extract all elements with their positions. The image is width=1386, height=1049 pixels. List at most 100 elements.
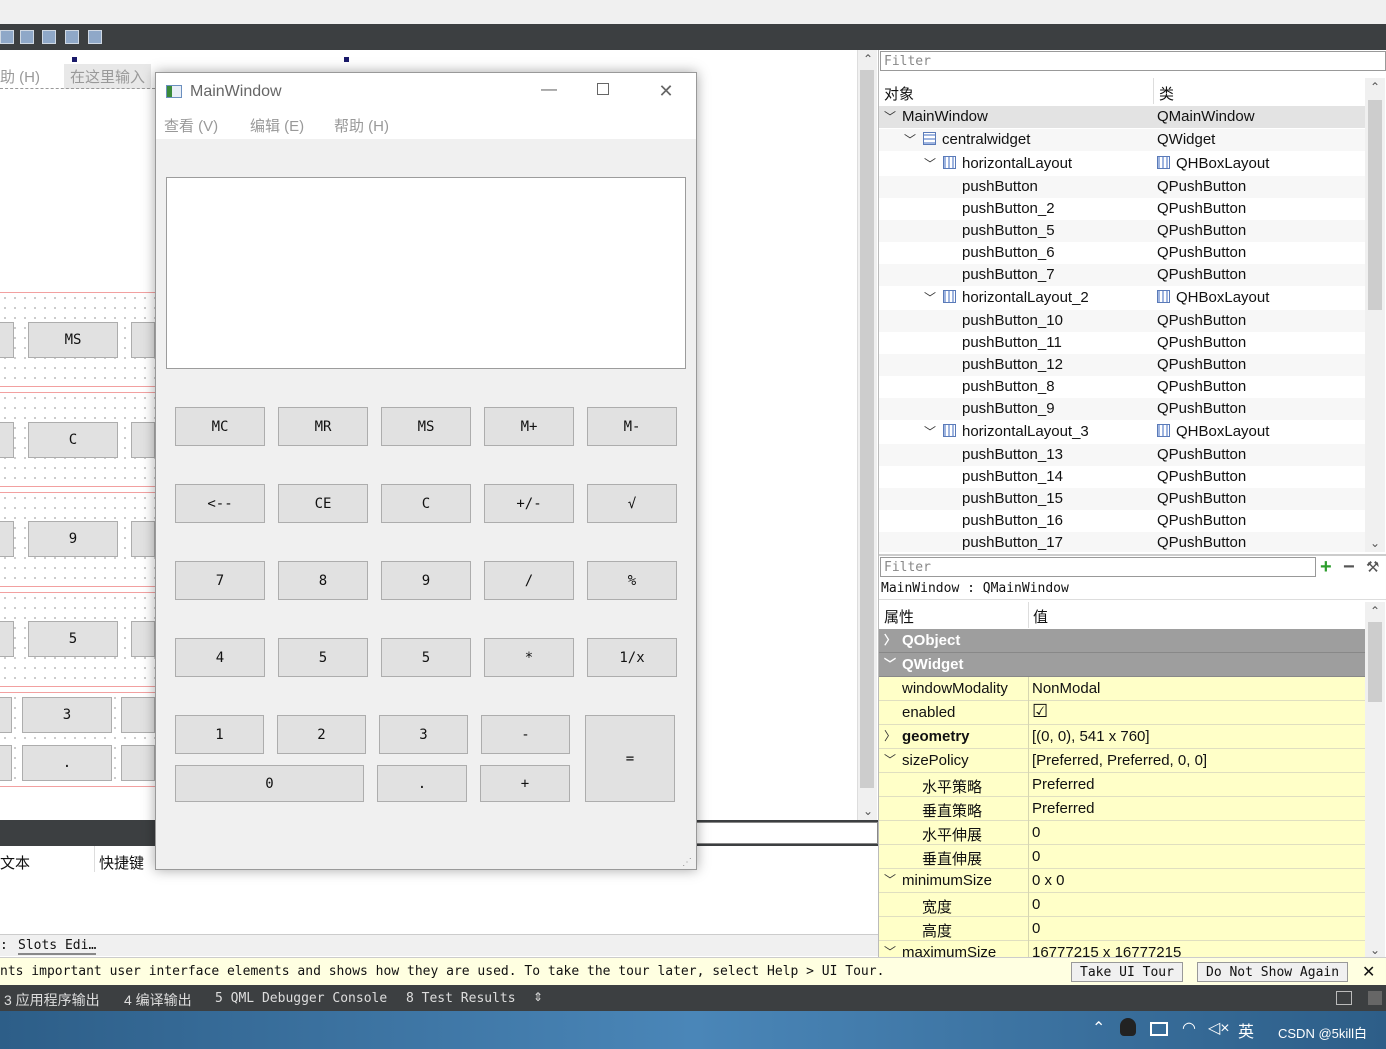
enabled-checkbox[interactable]: ☑ — [1032, 701, 1048, 722]
m-minus-button[interactable]: M- — [587, 407, 677, 446]
class-column-header[interactable]: 类 — [1159, 83, 1174, 104]
property-row[interactable]: enabled ☑ — [879, 701, 1365, 725]
tree-row[interactable]: ﹀ horizontalLayout_3 QHBoxLayout — [879, 421, 1365, 443]
calculator-display[interactable] — [166, 177, 686, 369]
wifi-icon[interactable]: ◠ — [1182, 1018, 1196, 1038]
scroll-thumb[interactable] — [1368, 100, 1382, 310]
resize-grip-icon[interactable]: ⋰ — [682, 857, 692, 868]
tree-row[interactable]: pushButton_10 QPushButton — [879, 310, 1365, 332]
maximize-icon[interactable] — [597, 83, 609, 95]
minus-button[interactable]: - — [481, 715, 570, 754]
chevron-down-icon[interactable]: ﹀ — [924, 423, 936, 440]
calculator-window[interactable]: MainWindow — ✕ 查看 (V) 编辑 (E) 帮助 (H) MC M… — [155, 72, 697, 870]
grid-layout-icon[interactable] — [20, 30, 34, 44]
chevron-right-icon[interactable]: 〉 — [884, 727, 896, 744]
tree-row[interactable]: pushButton_7 QPushButton — [879, 264, 1365, 286]
mc-button[interactable]: MC — [175, 407, 265, 446]
property-row[interactable]: 垂直伸展 0 — [879, 845, 1365, 869]
property-row[interactable]: 垂直策略 Preferred — [879, 797, 1365, 821]
chevron-down-icon[interactable]: ﹀ — [924, 289, 936, 306]
property-grid[interactable]: 〉 QObject ﹀ QWidget windowModality NonModal… — [879, 629, 1365, 957]
property-row[interactable]: ﹀ maximumSize 16777215 x 16777215 — [879, 941, 1365, 957]
scroll-up-icon[interactable]: ⌃ — [858, 52, 878, 66]
property-value[interactable]: NonModal — [1032, 680, 1100, 697]
mr-button[interactable]: MR — [278, 407, 368, 446]
tree-row[interactable]: ﹀ horizontalLayout_2 QHBoxLayout — [879, 287, 1365, 309]
selection-handle[interactable] — [344, 57, 349, 62]
chevron-down-icon[interactable]: ﹀ — [904, 131, 916, 148]
canvas-scroll-thumb[interactable] — [860, 70, 874, 788]
property-row[interactable]: 〉 geometry [(0, 0), 541 x 760] — [879, 725, 1365, 749]
plus-button[interactable]: + — [480, 765, 570, 802]
property-filter-input[interactable]: Filter — [880, 557, 1316, 577]
digit-9-button[interactable]: 9 — [381, 561, 471, 600]
scroll-up-icon[interactable]: ⌃ — [1365, 604, 1385, 618]
preview-icon[interactable] — [88, 30, 102, 44]
add-property-icon[interactable]: + — [1320, 556, 1332, 579]
form-menu-type-here[interactable]: 在这里输入 — [64, 64, 152, 89]
percent-button[interactable]: % — [587, 561, 677, 600]
selection-handle[interactable] — [72, 57, 77, 62]
chevron-down-icon[interactable]: ﹀ — [884, 871, 896, 888]
ime-indicator[interactable]: 英 — [1238, 1018, 1254, 1042]
chevron-up-icon[interactable]: ⌃ — [1092, 1018, 1105, 1038]
volume-icon[interactable]: ◁× — [1208, 1018, 1230, 1038]
digit-5b-button[interactable]: 5 — [381, 638, 471, 677]
digit-2-button[interactable]: 2 — [277, 715, 366, 754]
property-value[interactable]: 0 — [1032, 824, 1040, 841]
digit-3-button[interactable]: 3 — [379, 715, 468, 754]
sqrt-button[interactable]: √ — [587, 484, 677, 523]
property-value[interactable]: 16777215 x 16777215 — [1032, 944, 1181, 957]
form-menu-help[interactable]: 助 (H) — [0, 66, 40, 87]
property-row[interactable]: 水平策略 Preferred — [879, 773, 1365, 797]
maximize-panel-icon[interactable] — [1368, 991, 1382, 1005]
property-group[interactable]: 〉 QObject — [879, 629, 1365, 653]
scroll-up-icon[interactable]: ⌃ — [1365, 80, 1385, 94]
tree-row[interactable]: pushButton_8 QPushButton — [879, 376, 1365, 398]
property-row[interactable]: ﹀ minimumSize 0 x 0 — [879, 869, 1365, 893]
property-value[interactable]: 0 — [1032, 848, 1040, 865]
ms-button[interactable]: MS — [381, 407, 471, 446]
tree-row[interactable]: pushButton_9 QPushButton — [879, 398, 1365, 420]
digit-4-button[interactable]: 4 — [175, 638, 265, 677]
property-value[interactable]: Preferred — [1032, 776, 1095, 793]
tab-compile-output[interactable]: 4 编译输出 — [124, 990, 192, 1010]
scroll-down-icon[interactable]: ⌄ — [1365, 943, 1385, 957]
close-icon[interactable]: ✕ — [1362, 962, 1375, 982]
menu-edit[interactable]: 编辑 (E) — [250, 115, 304, 136]
adjust-size-icon[interactable] — [65, 30, 79, 44]
break-layout-icon[interactable] — [0, 30, 14, 44]
take-ui-tour-button[interactable]: Take UI Tour — [1071, 962, 1183, 982]
digit-0-button[interactable]: 0 — [175, 765, 364, 802]
scroll-thumb[interactable] — [1368, 622, 1382, 702]
menu-help[interactable]: 帮助 (H) — [334, 115, 389, 136]
close-icon[interactable]: ✕ — [656, 81, 676, 101]
property-value[interactable]: [Preferred, Preferred, 0, 0] — [1032, 752, 1207, 769]
tree-row[interactable]: ﹀ centralwidget QWidget — [879, 129, 1365, 151]
property-row[interactable]: windowModality NonModal — [879, 677, 1365, 701]
digit-7-button[interactable]: 7 — [175, 561, 265, 600]
chevron-down-icon[interactable]: ﹀ — [884, 943, 896, 957]
scroll-down-icon[interactable]: ⌄ — [1365, 536, 1385, 550]
value-column-header[interactable]: 值 — [1033, 606, 1048, 627]
remove-property-icon[interactable]: − — [1343, 556, 1355, 579]
tree-row[interactable]: pushButton_6 QPushButton — [879, 242, 1365, 264]
title-bar[interactable]: MainWindow — ✕ — [156, 73, 696, 111]
multiply-button[interactable]: * — [484, 638, 574, 677]
object-column-header[interactable]: 对象 — [884, 83, 914, 104]
divide-button[interactable]: / — [484, 561, 574, 600]
panel-toggle-icon[interactable] — [1336, 991, 1352, 1005]
tree-row[interactable]: ﹀ MainWindow QMainWindow — [879, 106, 1365, 128]
property-row[interactable]: 水平伸展 0 — [879, 821, 1365, 845]
digit-8-button[interactable]: 8 — [278, 561, 368, 600]
ce-button[interactable]: CE — [278, 484, 368, 523]
property-group[interactable]: ﹀ QWidget — [879, 653, 1365, 677]
property-value[interactable]: 0 — [1032, 920, 1040, 937]
tab-qml-debugger[interactable]: 5 QML Debugger Console — [215, 991, 387, 1006]
tree-row[interactable]: pushButton_15 QPushButton — [879, 488, 1365, 510]
minimize-icon[interactable]: — — [539, 81, 559, 101]
chevron-right-icon[interactable]: 〉 — [884, 631, 896, 648]
property-column-header[interactable]: 属性 — [884, 606, 914, 627]
chevron-down-icon[interactable]: ﹀ — [884, 751, 896, 768]
tree-row[interactable]: pushButton_13 QPushButton — [879, 444, 1365, 466]
